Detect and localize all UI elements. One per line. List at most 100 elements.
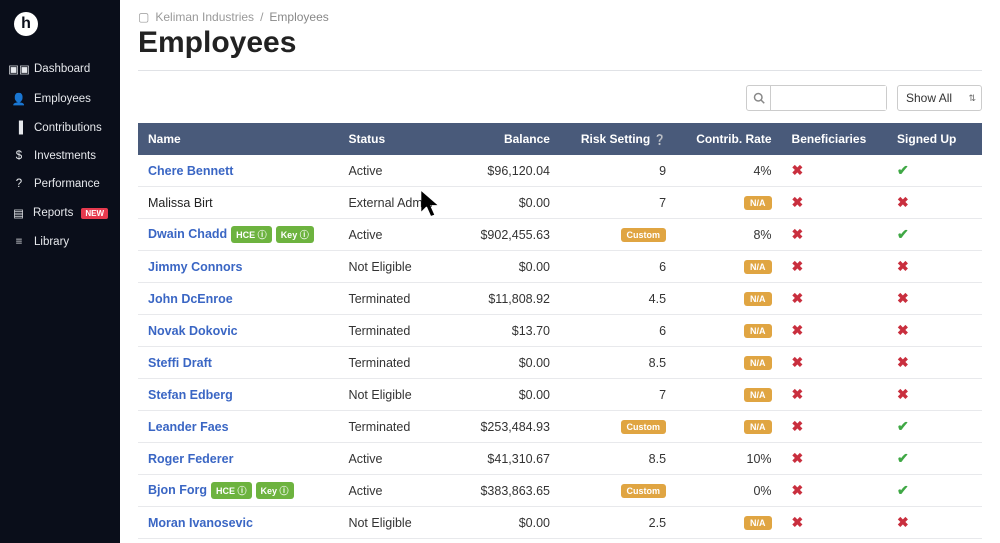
risk-custom-badge: Custom: [621, 484, 667, 498]
rate-na-badge: N/A: [744, 324, 772, 338]
employee-name[interactable]: Steffi Draft: [148, 356, 212, 370]
signed-cell: ✖: [887, 187, 982, 219]
employee-name[interactable]: John DcEnroe: [148, 292, 233, 306]
beneficiaries-cell: ✖: [782, 315, 888, 347]
x-icon: ✖: [897, 386, 909, 402]
table-row: Novak DokovicTerminated$13.706N/A✖✖: [138, 315, 982, 347]
risk-cell: 6: [560, 251, 676, 283]
col-name[interactable]: Name: [138, 123, 338, 155]
employee-name[interactable]: Chere Bennett: [148, 164, 233, 178]
help-icon[interactable]: ❔: [654, 135, 666, 146]
rate-cell: N/A: [676, 507, 782, 539]
risk-cell: Custom: [560, 475, 676, 507]
risk-cell: 2.5: [560, 507, 676, 539]
signed-cell: ✔: [887, 443, 982, 475]
rate-na-badge: N/A: [744, 292, 772, 306]
risk-cell: 9: [560, 155, 676, 187]
table-row: Moran IvanosevicNot Eligible$0.002.5N/A✖…: [138, 507, 982, 539]
rate-na-badge: N/A: [744, 516, 772, 530]
rate-cell: 31%: [676, 539, 782, 543]
rate-cell: N/A: [676, 187, 782, 219]
breadcrumb-sep: /: [260, 10, 263, 24]
balance-cell: $902,455.63: [454, 219, 560, 251]
col-signed[interactable]: Signed Up: [887, 123, 982, 155]
x-icon: ✖: [897, 354, 909, 370]
balance-cell: $383,863.65: [454, 475, 560, 507]
signed-cell: ✔: [887, 155, 982, 187]
brand-logo[interactable]: h: [0, 12, 120, 54]
status-cell: Terminated: [338, 283, 454, 315]
risk-custom-badge: Custom: [621, 228, 667, 242]
filter-select[interactable]: Show All: [897, 85, 982, 111]
employee-name[interactable]: Jimmy Connors: [148, 260, 242, 274]
library-icon: ≡: [12, 236, 26, 248]
balance-cell: $0.00: [454, 379, 560, 411]
employee-name[interactable]: Leander Faes: [148, 420, 229, 434]
sidebar-item-label: Reports: [33, 207, 73, 219]
dashboard-icon: ▣▣: [12, 62, 26, 76]
building-icon: ▢: [138, 10, 149, 24]
col-rate[interactable]: Contrib. Rate: [676, 123, 782, 155]
x-icon: ✖: [792, 386, 804, 402]
hce-pill: HCE ⓘ: [231, 226, 272, 243]
signed-cell: ✖: [887, 379, 982, 411]
sidebar-item-label: Dashboard: [34, 63, 108, 75]
rate-na-badge: N/A: [744, 196, 772, 210]
status-cell: Active: [338, 443, 454, 475]
sidebar-item-employees[interactable]: 👤Employees: [0, 84, 120, 114]
status-cell: Active: [338, 219, 454, 251]
rate-cell: 4%: [676, 155, 782, 187]
x-icon: ✖: [897, 258, 909, 274]
sidebar-item-reports[interactable]: ▤ReportsNEW: [0, 198, 120, 228]
sidebar-item-dashboard[interactable]: ▣▣ Dashboard: [0, 54, 120, 84]
search-input[interactable]: [771, 86, 886, 110]
risk-cell: 6: [560, 315, 676, 347]
x-icon: ✖: [792, 226, 804, 242]
signed-cell: ✖: [887, 315, 982, 347]
sidebar-item-label: Library: [34, 236, 108, 248]
employee-name[interactable]: Novak Dokovic: [148, 324, 238, 338]
balance-cell: $13.70: [454, 315, 560, 347]
investments-icon: $: [12, 150, 26, 162]
rate-cell: N/A: [676, 379, 782, 411]
breadcrumb-org[interactable]: Keliman Industries: [155, 10, 254, 24]
rate-na-badge: N/A: [744, 260, 772, 274]
table-row: Jimmy ConnorsNot Eligible$0.006N/A✖✖: [138, 251, 982, 283]
check-icon: ✔: [897, 418, 909, 434]
status-cell: External Admin: [338, 187, 454, 219]
status-cell: Active: [338, 475, 454, 507]
signed-cell: ✔: [887, 475, 982, 507]
col-risk[interactable]: Risk Setting ❔: [560, 123, 676, 155]
col-beneficiaries[interactable]: Beneficiaries: [782, 123, 888, 155]
sidebar-item-investments[interactable]: $Investments: [0, 142, 120, 170]
signed-cell: ✖: [887, 347, 982, 379]
sidebar-item-library[interactable]: ≡ Library: [0, 228, 120, 256]
table-row: Dwain ChaddHCE ⓘKey ⓘActive$902,455.63Cu…: [138, 219, 982, 251]
x-icon: ✖: [792, 322, 804, 338]
signed-cell: ✖: [887, 507, 982, 539]
col-status[interactable]: Status: [338, 123, 454, 155]
divider: [138, 70, 982, 71]
x-icon: ✖: [792, 482, 804, 498]
check-icon: ✔: [897, 226, 909, 242]
sidebar-item-label: Contributions: [34, 122, 108, 134]
status-cell: Not Eligible: [338, 251, 454, 283]
filter-label: Show All: [906, 91, 952, 105]
table-row: Leander FaesTerminated$253,484.93CustomN…: [138, 411, 982, 443]
employee-name[interactable]: Dwain Chadd: [148, 227, 227, 241]
status-cell: Active: [338, 539, 454, 543]
employee-name[interactable]: Bjon Forg: [148, 483, 207, 497]
employee-name[interactable]: Moran Ivanosevic: [148, 516, 253, 530]
sidebar-item-performance[interactable]: ?Performance: [0, 170, 120, 198]
sidebar: h ▣▣ Dashboard 👤Employees ▐ Contributions $In…: [0, 0, 120, 543]
beneficiaries-cell: ✖: [782, 507, 888, 539]
employee-name[interactable]: Stefan Edberg: [148, 388, 233, 402]
sidebar-item-contributions[interactable]: ▐ Contributions: [0, 114, 120, 142]
rate-cell: 8%: [676, 219, 782, 251]
risk-cell: Custom: [560, 219, 676, 251]
employee-name[interactable]: Roger Federer: [148, 452, 233, 466]
table-row: Stefan EdbergNot Eligible$0.007N/A✖✖: [138, 379, 982, 411]
beneficiaries-cell: ✖: [782, 539, 888, 543]
contributions-icon: ▐: [12, 122, 26, 134]
col-balance[interactable]: Balance: [454, 123, 560, 155]
